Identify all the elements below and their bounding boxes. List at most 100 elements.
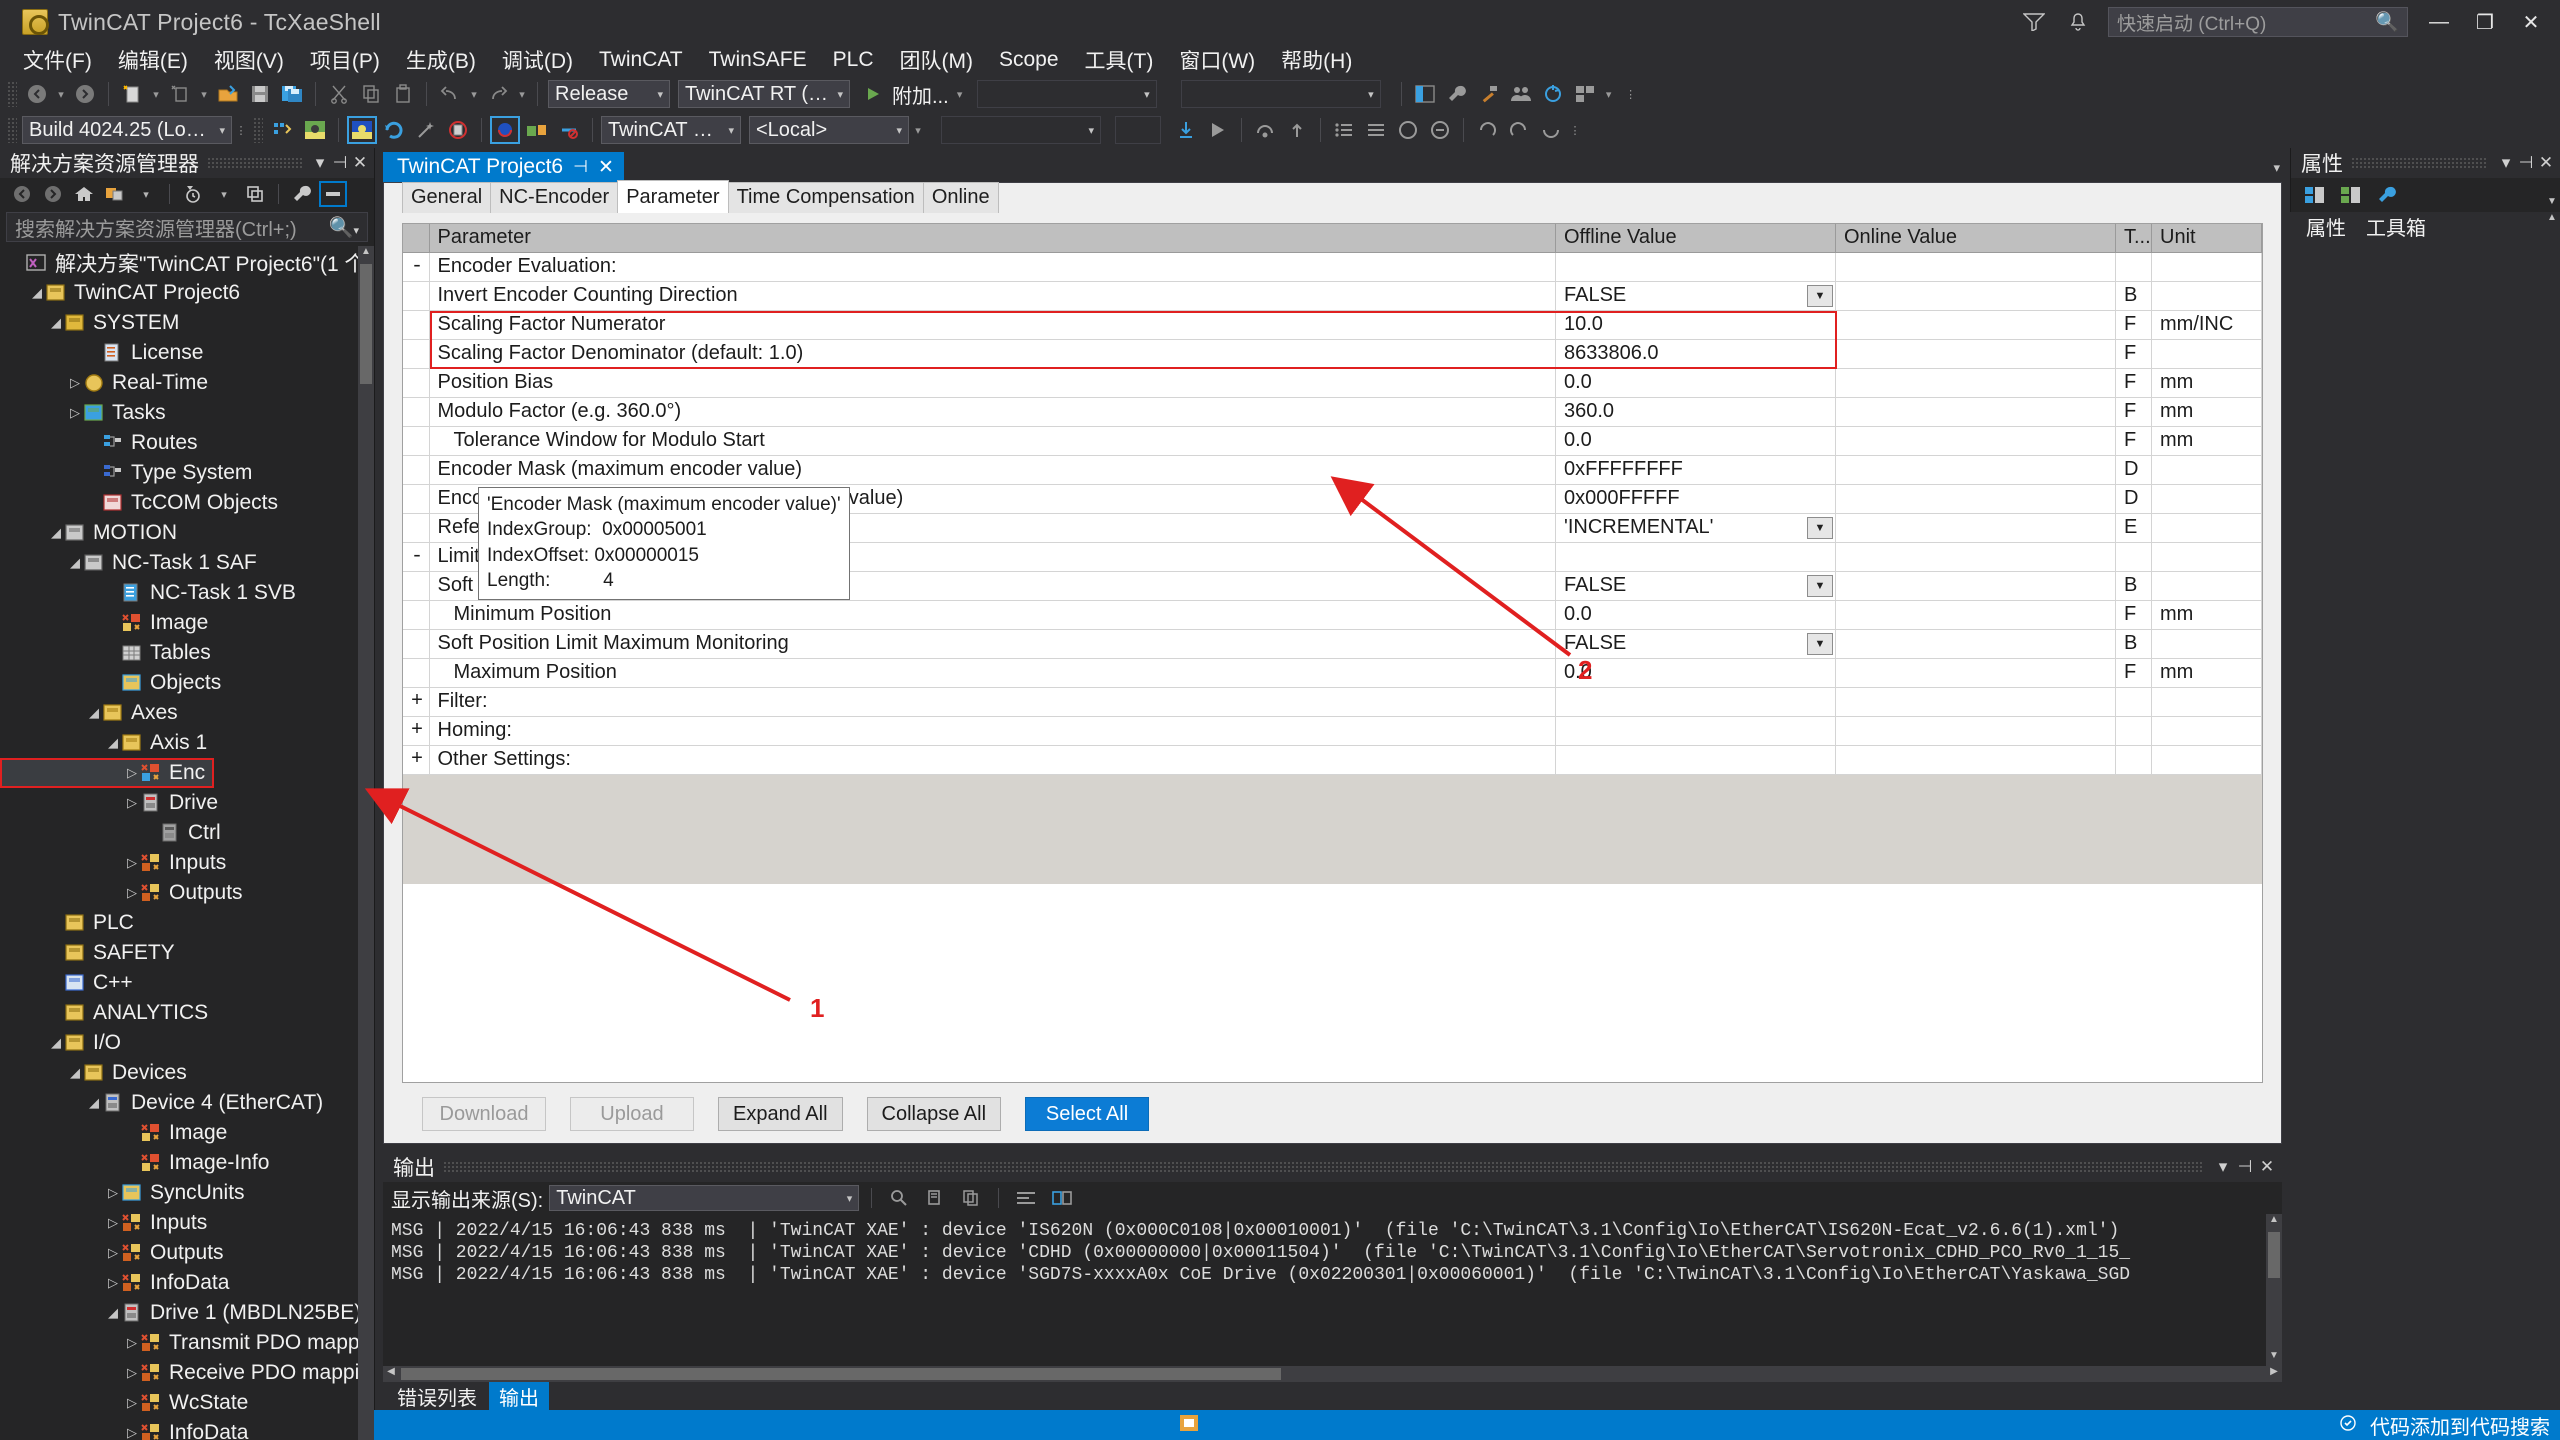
tree-expander[interactable]: ▷: [124, 885, 140, 901]
tree-item-axes[interactable]: ◢ Axes: [0, 698, 374, 728]
col-unit[interactable]: Unit: [2151, 224, 2262, 253]
scroll-up-arrow[interactable]: ▲: [358, 246, 374, 262]
copy-icon[interactable]: [356, 80, 386, 108]
tree-expander[interactable]: ◢: [86, 1095, 102, 1111]
grid-view-caret[interactable]: ▾: [1602, 80, 1616, 108]
editor-tab-twincat-project6[interactable]: TwinCAT Project6 ⊣ ✕: [383, 152, 624, 182]
tree-expander[interactable]: ▷: [105, 1215, 121, 1231]
tab-error-list[interactable]: 错误列表: [387, 1380, 487, 1413]
tree-item-objects[interactable]: Objects: [0, 668, 374, 698]
properties-menu-icon[interactable]: ▾: [2496, 153, 2516, 173]
tree-expander[interactable]: ▷: [105, 1275, 121, 1291]
tree-item-safety[interactable]: SAFETY: [0, 938, 374, 968]
tree-item-devices[interactable]: ◢ Devices: [0, 1058, 374, 1088]
col-offline-value[interactable]: Offline Value: [1555, 224, 1836, 253]
row-offline-value[interactable]: 0.0: [1555, 658, 1836, 688]
circle-stop-icon[interactable]: [1393, 116, 1423, 144]
toggle-free-run-icon[interactable]: [490, 116, 520, 144]
tree-item-analytics[interactable]: ANALYTICS: [0, 998, 374, 1028]
row-offline-value[interactable]: FALSE ▼: [1555, 281, 1836, 311]
people-icon[interactable]: [1506, 80, 1536, 108]
output-pin-icon[interactable]: ⊣: [2234, 1157, 2256, 1177]
scroll-left-arrow[interactable]: ◀: [383, 1366, 399, 1382]
row-offline-value[interactable]: 10.0: [1555, 310, 1836, 340]
menu-item-twincat[interactable]: TwinCAT: [586, 45, 696, 75]
tree-item-tables[interactable]: Tables: [0, 638, 374, 668]
home-icon[interactable]: [70, 181, 98, 207]
arc-3-icon[interactable]: [1536, 116, 1566, 144]
parameter-row[interactable]: Soft Position Limit Maximum Monitoring FA…: [403, 629, 2262, 659]
arc-right-icon[interactable]: [1504, 116, 1534, 144]
output-settings-icon[interactable]: [1047, 1184, 1077, 1212]
tree-expander[interactable]: ◢: [86, 705, 102, 721]
tree-item-transmit-pdo-mapping-1[interactable]: ▷ Transmit PDO mapping 1: [0, 1328, 374, 1358]
row-offline-value[interactable]: 8633806.0: [1555, 339, 1836, 369]
output-vscrollbar[interactable]: ▲ ▼: [2266, 1214, 2282, 1366]
menu-item-debug[interactable]: 调试(D): [489, 42, 586, 78]
sync-icon[interactable]: [1538, 80, 1568, 108]
output-copy-icon[interactable]: [956, 1184, 986, 1212]
row-offline-value[interactable]: [1555, 716, 1836, 746]
tree-item-enc[interactable]: ▷ Enc: [0, 758, 214, 788]
page-tab-nc-encoder[interactable]: NC-Encoder: [490, 182, 619, 213]
properties-close-icon[interactable]: ✕: [2536, 153, 2556, 173]
attach-play-icon[interactable]: [858, 80, 888, 108]
bullet-list-icon[interactable]: [1329, 116, 1359, 144]
menu-item-team[interactable]: 团队(M): [887, 42, 986, 78]
toolbar-grip[interactable]: [7, 81, 17, 107]
tree-item-infodata[interactable]: ▷ InfoData: [0, 1268, 374, 1298]
parameter-row[interactable]: Scaling Factor Denominator (default: 1.0…: [403, 339, 2262, 369]
page-tab-general[interactable]: General: [402, 182, 492, 213]
col-parameter[interactable]: Parameter: [429, 224, 1556, 253]
row-expander[interactable]: +: [403, 687, 430, 717]
tree-item-wcstate[interactable]: ▷ WcState: [0, 1388, 374, 1418]
chevron-down-icon[interactable]: ▼: [1807, 284, 1833, 307]
scroll-right-arrow[interactable]: ▶: [2266, 1366, 2282, 1382]
row-offline-value[interactable]: [1555, 542, 1836, 572]
tree-item-tasks[interactable]: ▷ Tasks: [0, 398, 374, 428]
restart-run-icon[interactable]: [379, 116, 409, 144]
row-offline-value[interactable]: 0xFFFFFFFF: [1555, 455, 1836, 485]
grid-view-icon[interactable]: [1570, 80, 1600, 108]
tab-output[interactable]: 输出: [489, 1379, 549, 1413]
tree-expander[interactable]: ▷: [124, 765, 140, 781]
row-offline-value[interactable]: 0.0: [1555, 368, 1836, 398]
properties-wrench-icon[interactable]: [288, 181, 316, 207]
forward-icon[interactable]: [39, 181, 67, 207]
tree-expander[interactable]: ▷: [124, 1395, 140, 1411]
toolbar2-box4[interactable]: [1115, 116, 1161, 144]
button-select-all[interactable]: Select All: [1025, 1097, 1150, 1131]
scroll-down-arrow[interactable]: ▼: [2266, 1350, 2282, 1366]
scroll-down-arrow[interactable]: ▼: [2544, 196, 2560, 212]
show-all-files-icon[interactable]: [179, 181, 207, 207]
solution-tree[interactable]: 解决方案"TwinCAT Project6"(1 个项目) ◢ TwinCAT Pr…: [0, 246, 374, 1440]
tree-expander[interactable]: ▷: [67, 375, 83, 391]
tree-expander[interactable]: ◢: [67, 1065, 83, 1081]
tree-expander[interactable]: ◢: [48, 1035, 64, 1051]
output-source-combo[interactable]: TwinCAT ▾: [549, 1185, 860, 1211]
properties-drag-dots[interactable]: [2351, 157, 2488, 169]
minimize-button[interactable]: —: [2416, 0, 2462, 44]
navigate-back-caret[interactable]: ▾: [54, 80, 68, 108]
preview-selected-items-icon[interactable]: [319, 181, 347, 207]
refresh-icon[interactable]: [241, 181, 269, 207]
row-offline-value[interactable]: [1555, 252, 1836, 282]
tree-item-image-info[interactable]: Image-Info: [0, 1148, 374, 1178]
bullet-list-2-icon[interactable]: [1361, 116, 1391, 144]
close-icon[interactable]: ✕: [598, 156, 614, 179]
page-tab-time-compensation[interactable]: Time Compensation: [727, 182, 924, 213]
row-offline-value[interactable]: 360.0: [1555, 397, 1836, 427]
disable-debug-icon[interactable]: [554, 116, 584, 144]
tree-item-type-system[interactable]: Type System: [0, 458, 374, 488]
bell-icon[interactable]: [2056, 2, 2100, 42]
tree-item-plc[interactable]: PLC: [0, 908, 374, 938]
tree-scrollbar[interactable]: ▲ ▼: [358, 246, 374, 1440]
row-expander[interactable]: +: [403, 745, 430, 775]
tree-item-license[interactable]: License: [0, 338, 374, 368]
close-icon[interactable]: ✕: [350, 153, 370, 173]
row-offline-value[interactable]: 0.0: [1555, 426, 1836, 456]
output-clear-icon[interactable]: [920, 1184, 950, 1212]
row-offline-value[interactable]: [1555, 745, 1836, 775]
solution-config-combo[interactable]: Release ▾: [548, 80, 670, 108]
toolbar2-box3[interactable]: ▾: [941, 116, 1101, 144]
